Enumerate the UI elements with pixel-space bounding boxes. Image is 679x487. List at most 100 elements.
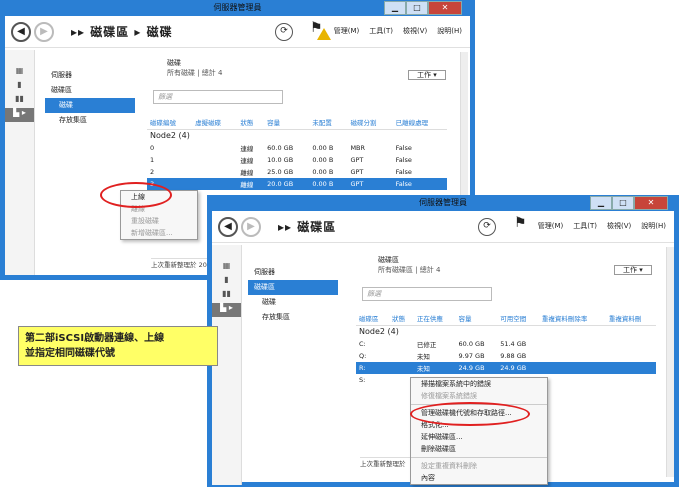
- close-button[interactable]: ✕: [634, 196, 668, 210]
- col-free-space[interactable]: 可用空間: [497, 311, 539, 326]
- table-row[interactable]: R: 未知 24.9 GB 24.9 GB: [356, 361, 656, 374]
- col-dedup-savings[interactable]: 重複資料刪: [605, 311, 656, 326]
- nav-servers[interactable]: 伺服器: [45, 68, 135, 83]
- col-partition[interactable]: 磁碟分割: [347, 115, 393, 130]
- nav-disks[interactable]: 磁碟: [248, 295, 338, 310]
- cell: GPT: [347, 177, 393, 190]
- menu-item-reset-disk[interactable]: 重設磁碟: [121, 215, 197, 227]
- menu-tools[interactable]: 工具(T): [369, 26, 393, 36]
- breadcrumb-disks[interactable]: 磁碟: [147, 25, 173, 39]
- maximize-button[interactable]: □: [406, 1, 428, 15]
- col-unallocated[interactable]: 未配置: [309, 115, 348, 130]
- tasks-button[interactable]: 工作 ▾: [408, 70, 446, 80]
- group-header[interactable]: Node2 (4): [356, 326, 656, 338]
- col-capacity[interactable]: 容量: [264, 115, 310, 130]
- cell: 51.4 GB: [500, 339, 527, 348]
- disks-title: 磁碟: [167, 59, 181, 67]
- dashboard-icon[interactable]: ▦: [5, 66, 34, 80]
- breadcrumb-volumes[interactable]: 磁碟區: [90, 25, 129, 39]
- cell: 0.00 B: [312, 167, 334, 176]
- col-offline[interactable]: 已離線處理: [392, 115, 447, 130]
- col-status[interactable]: 狀態: [237, 115, 265, 130]
- col-virtual-disk[interactable]: 虛擬磁碟: [192, 115, 238, 130]
- note-line-1: 第二部iSCSI啟動器連線、上線: [25, 333, 165, 344]
- filter-input[interactable]: 篩選: [362, 287, 492, 301]
- forward-arrow-icon[interactable]: ▶: [34, 21, 54, 42]
- all-servers-icon[interactable]: ▮▮: [5, 94, 34, 108]
- tasks-button[interactable]: 工作 ▾: [614, 265, 652, 275]
- back-arrow-icon[interactable]: ◀: [218, 216, 238, 237]
- dashboard-icon[interactable]: ▦: [212, 261, 241, 275]
- col-capacity[interactable]: 容量: [455, 311, 498, 326]
- all-servers-icon[interactable]: ▮▮: [212, 289, 241, 303]
- cell: [606, 338, 656, 350]
- menu-help[interactable]: 說明(H): [641, 221, 666, 231]
- file-storage-icon[interactable]: ▙ ▸: [5, 108, 34, 122]
- menu-view[interactable]: 檢視(V): [607, 221, 631, 231]
- table-row[interactable]: 3 離線 20.0 GB 0.00 B GPT False: [147, 177, 447, 190]
- menu-item-properties[interactable]: 內容: [411, 472, 547, 484]
- volume-context-menu: 掃描檔案系統中的錯誤 修復檔案系統錯誤 管理磁碟機代號和存取路徑... 格式化.…: [410, 377, 548, 485]
- notification-flag-icon[interactable]: ⚑: [514, 215, 527, 231]
- cell: [538, 361, 606, 374]
- table-row[interactable]: 2 離線 25.0 GB 0.00 B GPT False: [147, 166, 447, 178]
- nav-disks[interactable]: 磁碟: [45, 98, 135, 113]
- nav-volumes[interactable]: 磁碟區: [248, 280, 338, 295]
- refresh-icon[interactable]: ⟳: [275, 23, 293, 41]
- cell: False: [395, 155, 412, 164]
- refresh-icon[interactable]: ⟳: [478, 218, 496, 236]
- cell: 連線: [240, 156, 254, 165]
- filter-input[interactable]: 篩選: [153, 90, 283, 104]
- menu-item-scan-errors[interactable]: 掃描檔案系統中的錯誤: [411, 378, 547, 390]
- menu-item-new-volume[interactable]: 新增磁碟區...: [121, 227, 197, 239]
- col-dedup-rate[interactable]: 重複資料刪除率: [538, 311, 606, 326]
- forward-arrow-icon[interactable]: ▶: [241, 216, 261, 237]
- cell: S:: [359, 375, 366, 384]
- scrollbar[interactable]: [666, 247, 674, 477]
- breadcrumb-volumes[interactable]: 磁碟區: [297, 220, 336, 234]
- cell: False: [392, 177, 447, 190]
- menu-item-repair-errors[interactable]: 修復檔案系統錯誤: [411, 390, 547, 402]
- breadcrumb: ▸▸ 磁碟區 ▸ 磁碟: [71, 25, 173, 39]
- cell: [606, 374, 656, 386]
- cell: False: [395, 143, 412, 152]
- cell: 60.0 GB: [267, 143, 294, 152]
- nav-servers[interactable]: 伺服器: [248, 265, 338, 280]
- table-row[interactable]: Q: 未知 9.97 GB 9.88 GB: [356, 350, 656, 362]
- col-status[interactable]: 狀態: [389, 311, 414, 326]
- nav-storage-pools[interactable]: 存放集區: [45, 113, 135, 128]
- menu-manage[interactable]: 管理(M): [538, 221, 564, 231]
- menu-item-configure-dedup[interactable]: 設定重複資料刪除: [411, 460, 547, 472]
- minimize-button[interactable]: ▁: [384, 1, 406, 15]
- col-provisioning[interactable]: 正在供應: [413, 311, 456, 326]
- menu-item-extend-volume[interactable]: 延伸磁碟區...: [411, 431, 547, 443]
- menu-item-delete-volume[interactable]: 刪除磁碟區: [411, 443, 547, 455]
- nav-storage-pools[interactable]: 存放集區: [248, 310, 338, 325]
- cell: [192, 154, 237, 166]
- file-storage-icon[interactable]: ▙ ▸: [212, 303, 241, 317]
- local-server-icon[interactable]: ▮: [212, 275, 241, 289]
- cell: 20.0 GB: [264, 177, 310, 190]
- local-server-icon[interactable]: ▮: [5, 80, 34, 94]
- cell: 1: [150, 155, 155, 164]
- table-row[interactable]: 1 連線 10.0 GB 0.00 B GPT False: [147, 154, 447, 166]
- back-arrow-icon[interactable]: ◀: [11, 21, 31, 42]
- col-volume[interactable]: 磁碟區: [356, 311, 390, 326]
- nav-panel: 伺服器 磁碟區 磁碟 存放集區: [45, 68, 135, 128]
- menu-view[interactable]: 檢視(V): [403, 26, 427, 36]
- menu-help[interactable]: 說明(H): [437, 26, 462, 36]
- cell: Q:: [359, 351, 367, 360]
- nav-volumes[interactable]: 磁碟區: [45, 83, 135, 98]
- highlight-circle: [100, 182, 172, 208]
- minimize-button[interactable]: ▁: [590, 196, 612, 210]
- menu-tools[interactable]: 工具(T): [573, 221, 597, 231]
- close-button[interactable]: ✕: [428, 1, 462, 15]
- maximize-button[interactable]: □: [612, 196, 634, 210]
- group-header[interactable]: Node2 (4): [147, 130, 447, 142]
- menu-manage[interactable]: 管理(M): [334, 26, 360, 36]
- cell: [539, 350, 606, 362]
- table-row[interactable]: 0 連線 60.0 GB 0.00 B MBR False: [147, 142, 447, 154]
- annotation-note: 第二部iSCSI啟動器連線、上線 並指定相同磁碟代號: [18, 326, 218, 366]
- table-row[interactable]: C: 已修正 60.0 GB 51.4 GB: [356, 338, 656, 350]
- col-disk-number[interactable]: 磁碟編號: [147, 115, 193, 130]
